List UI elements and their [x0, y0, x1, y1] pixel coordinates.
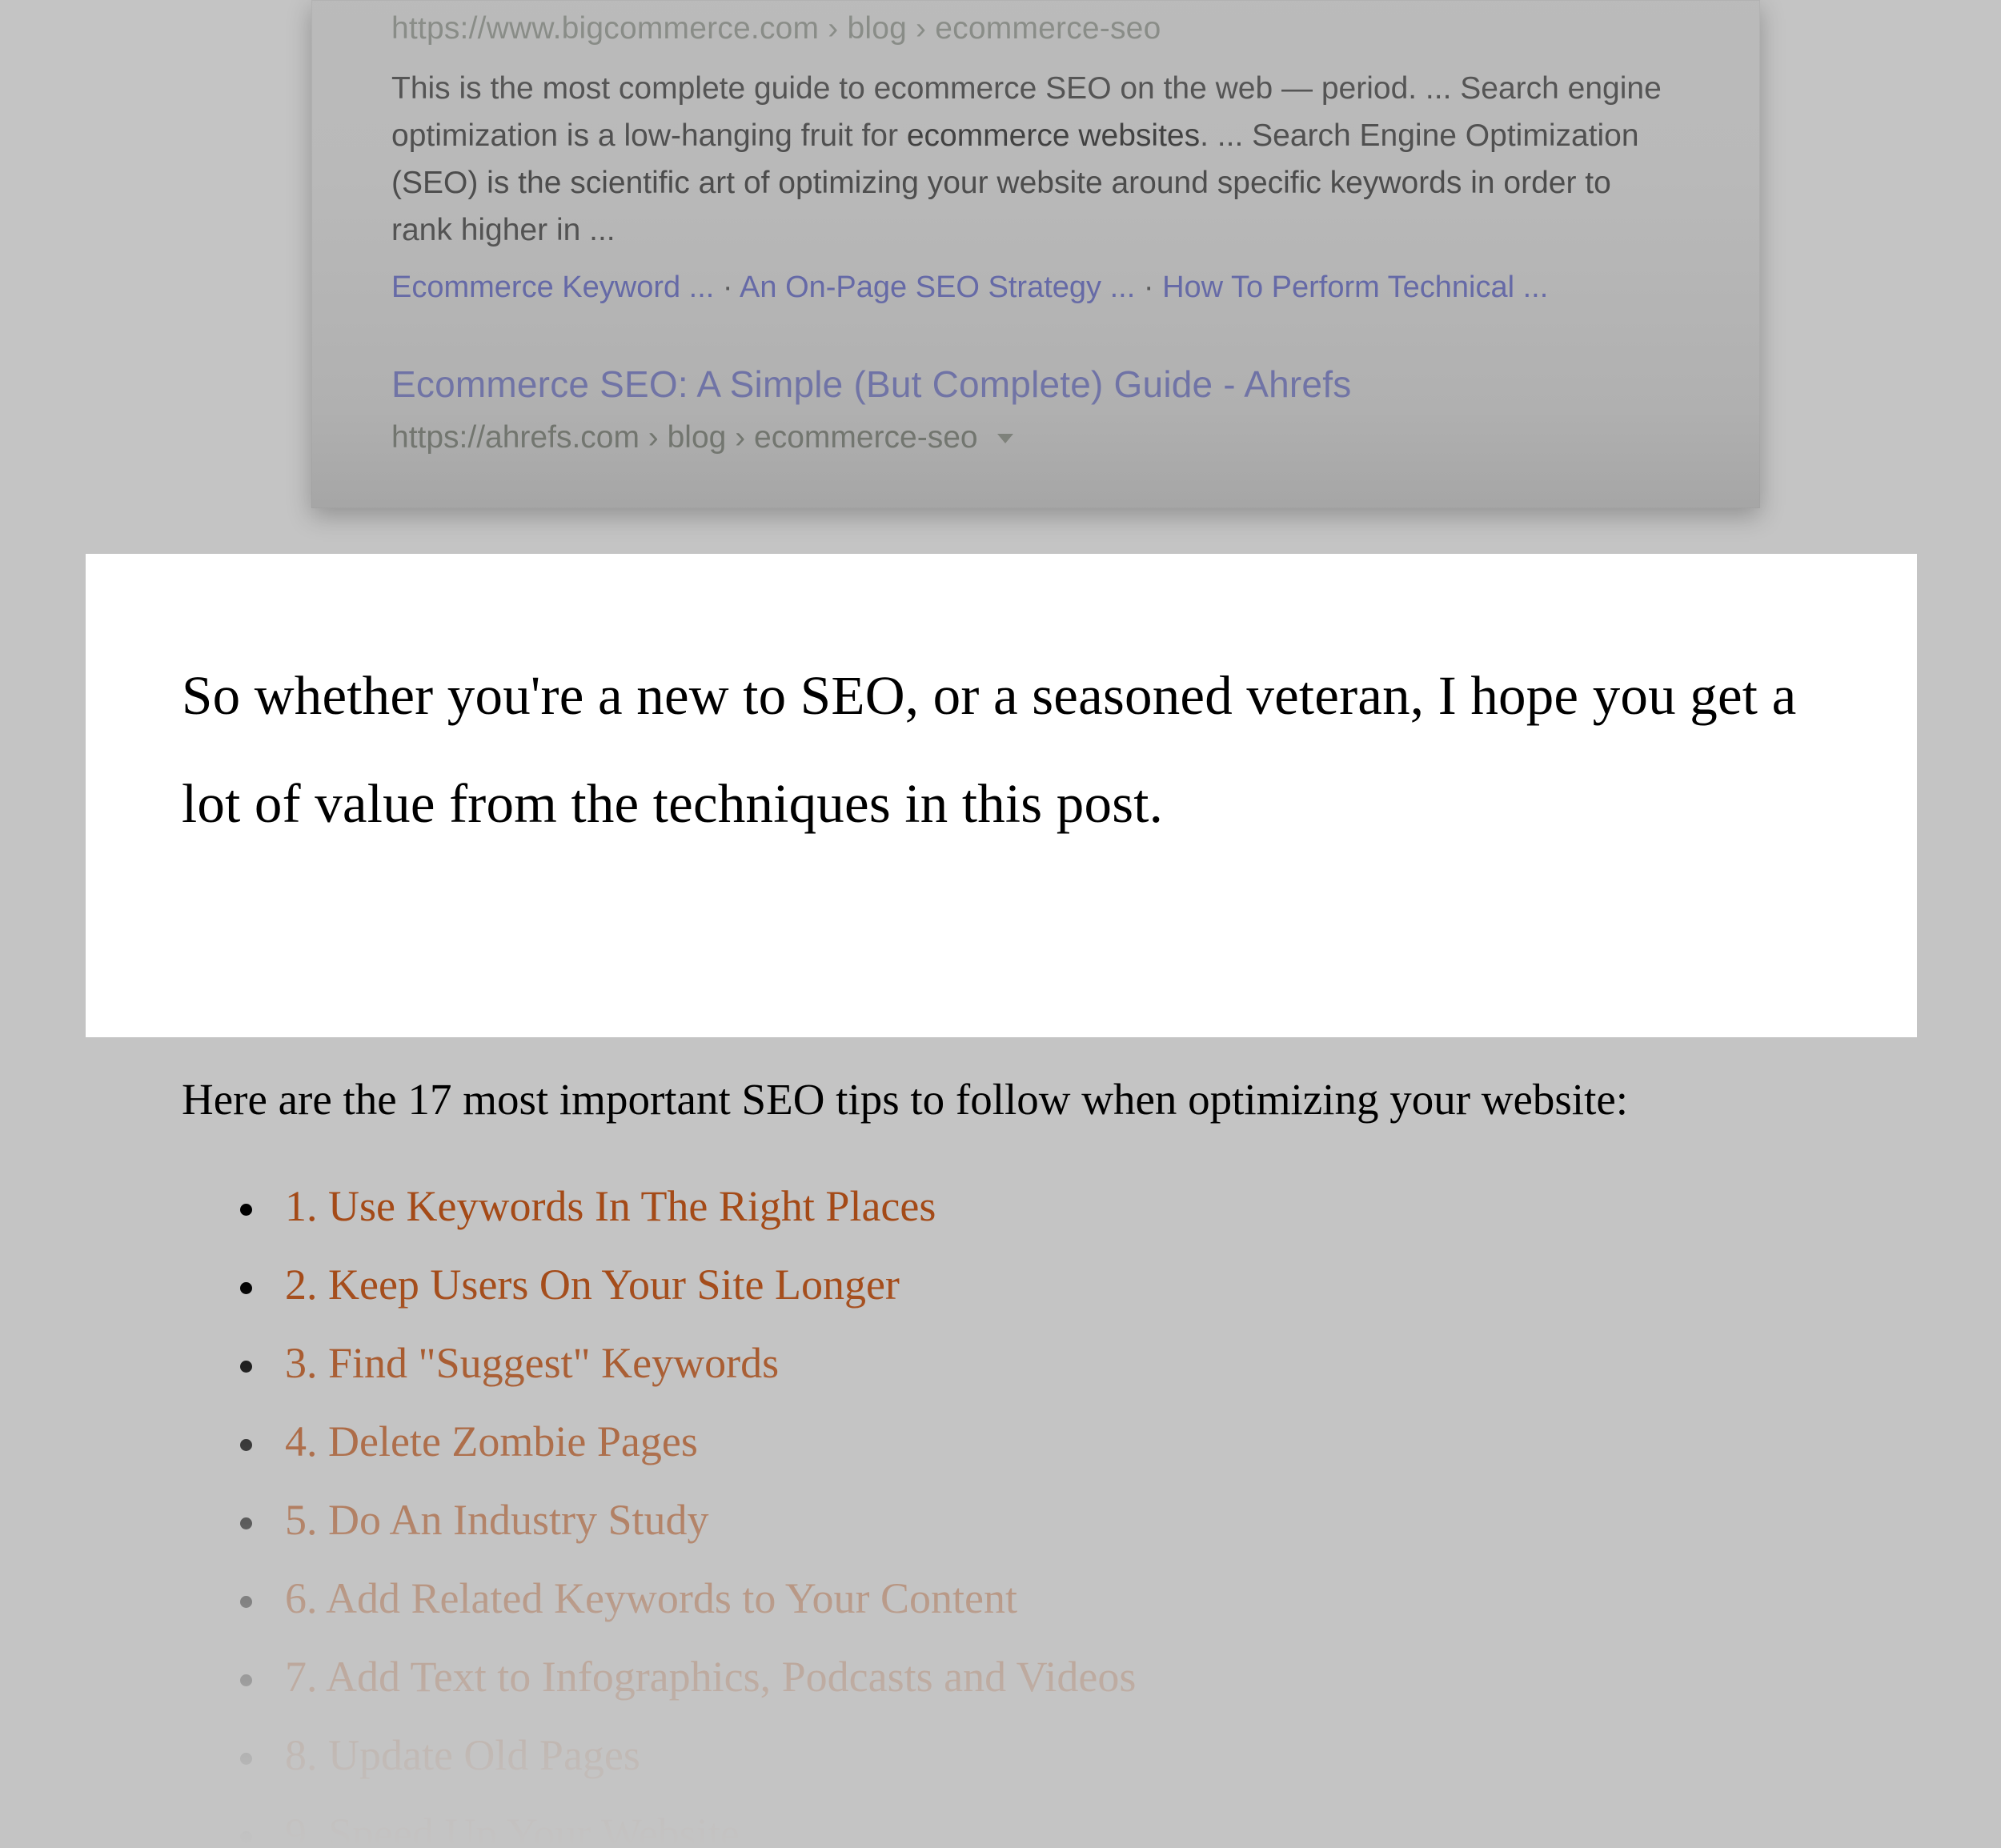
page: https://www.bigcommerce.com › blog › eco… [0, 0, 2001, 1848]
tips-list: 1. Use Keywords In The Right Places 2. K… [240, 1185, 1136, 1848]
serp-sitelink-sep1: · [714, 271, 740, 304]
list-item: 7. Add Text to Infographics, Podcasts an… [240, 1655, 1136, 1698]
tip-link-5[interactable]: 5. Do An Industry Study [285, 1496, 709, 1544]
tip-link-7[interactable]: 7. Add Text to Infographics, Podcasts an… [285, 1653, 1136, 1701]
serp-result2: Ecommerce SEO: A Simple (But Complete) G… [391, 361, 1680, 455]
serp-result2-title[interactable]: Ecommerce SEO: A Simple (But Complete) G… [391, 361, 1680, 409]
chevron-down-icon[interactable] [997, 434, 1013, 443]
serp-result1-snippet: This is the most complete guide to ecomm… [391, 65, 1680, 255]
highlight-panel: So whether you're a new to SEO, or a sea… [86, 554, 1917, 1037]
tip-link-8[interactable]: 8. Update Old Pages [285, 1731, 640, 1779]
list-item: 5. Do An Industry Study [240, 1498, 1136, 1541]
tip-link-1[interactable]: 1. Use Keywords In The Right Places [285, 1182, 936, 1230]
list-item: 9. Speed Up Your Website [240, 1812, 1136, 1848]
serp-card: https://www.bigcommerce.com › blog › eco… [311, 0, 1760, 508]
serp-result2-url: https://ahrefs.com › blog › ecommerce-se… [391, 420, 1680, 455]
serp-sitelink-3[interactable]: How To Perform Technical ... [1162, 271, 1548, 304]
tip-link-2[interactable]: 2. Keep Users On Your Site Longer [285, 1261, 900, 1309]
tip-link-9[interactable]: 9. Speed Up Your Website [285, 1810, 740, 1848]
serp-sitelink-2[interactable]: An On-Page SEO Strategy ... [740, 271, 1135, 304]
intro-line: Here are the 17 most important SEO tips … [182, 1074, 1628, 1124]
list-item: 8. Update Old Pages [240, 1734, 1136, 1777]
list-item: 1. Use Keywords In The Right Places [240, 1185, 1136, 1228]
serp-snippet-strong: ecommerce websites [907, 118, 1200, 153]
tip-link-6[interactable]: 6. Add Related Keywords to Your Content [285, 1574, 1017, 1622]
serp-sitelinks: Ecommerce Keyword ... · An On-Page SEO S… [391, 271, 1680, 305]
serp-result2-url-text: https://ahrefs.com › blog › ecommerce-se… [391, 420, 978, 455]
serp-result1-url: https://www.bigcommerce.com › blog › eco… [391, 8, 1680, 50]
list-item: 2. Keep Users On Your Site Longer [240, 1263, 1136, 1306]
list-item: 6. Add Related Keywords to Your Content [240, 1577, 1136, 1620]
serp-sitelink-sep2: · [1135, 271, 1162, 304]
tip-link-3[interactable]: 3. Find "Suggest" Keywords [285, 1339, 779, 1387]
list-item: 4. Delete Zombie Pages [240, 1420, 1136, 1463]
highlight-paragraph: So whether you're a new to SEO, or a sea… [182, 642, 1821, 857]
serp-sitelink-1[interactable]: Ecommerce Keyword ... [391, 271, 714, 304]
list-item: 3. Find "Suggest" Keywords [240, 1341, 1136, 1385]
tip-link-4[interactable]: 4. Delete Zombie Pages [285, 1417, 698, 1465]
